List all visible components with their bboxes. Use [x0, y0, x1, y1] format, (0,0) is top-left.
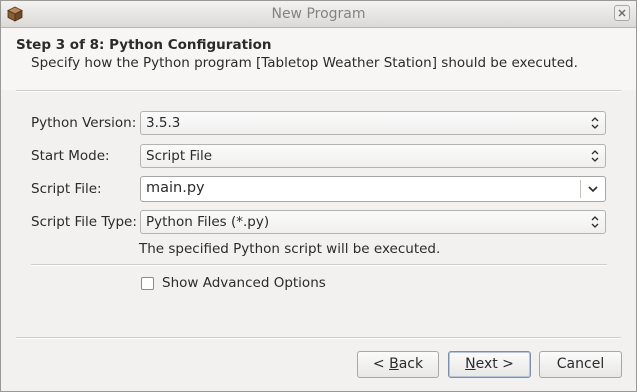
- footer-separator: [16, 337, 621, 339]
- show-advanced-label[interactable]: Show Advanced Options: [162, 275, 326, 291]
- python-version-select[interactable]: 3.5.3: [140, 111, 606, 135]
- wizard-header: Step 3 of 8: Python Configuration Specif…: [1, 28, 636, 90]
- next-button-rest: ext >: [475, 356, 514, 372]
- header-separator: [16, 90, 621, 92]
- start-mode-value: Script File: [146, 148, 213, 164]
- step-title: Step 3 of 8: Python Configuration: [16, 37, 272, 53]
- start-mode-label: Start Mode:: [31, 148, 110, 164]
- python-version-value: 3.5.3: [146, 115, 181, 131]
- back-button-rest: ack: [398, 356, 424, 372]
- python-version-label: Python Version:: [31, 115, 137, 131]
- script-file-input[interactable]: main.py: [146, 180, 205, 196]
- form-separator: [31, 264, 607, 266]
- back-button-prefix: <: [372, 356, 390, 372]
- spin-arrows-icon: [591, 150, 599, 162]
- combo-divider: [580, 180, 581, 198]
- start-mode-select[interactable]: Script File: [140, 144, 606, 168]
- back-button[interactable]: < Back: [357, 351, 439, 378]
- show-advanced-checkbox[interactable]: [141, 277, 154, 290]
- window-title: New Program: [271, 6, 366, 22]
- chevron-down-icon[interactable]: [587, 184, 599, 194]
- spin-arrows-icon: [591, 117, 599, 129]
- script-file-type-select[interactable]: Python Files (*.py): [140, 210, 606, 234]
- spin-arrows-icon: [591, 216, 599, 228]
- title-bar: New Program: [1, 1, 636, 28]
- script-file-type-label: Script File Type:: [31, 214, 137, 230]
- back-button-mnemonic: B: [389, 356, 399, 372]
- next-button-mnemonic: N: [465, 356, 476, 372]
- next-button[interactable]: Next >: [448, 351, 531, 378]
- new-program-dialog: New Program Step 3 of 8: Python Configur…: [0, 0, 637, 392]
- close-button[interactable]: [614, 5, 630, 21]
- script-file-label: Script File:: [31, 181, 102, 197]
- script-info-text: The specified Python script will be exec…: [139, 241, 441, 257]
- script-file-type-value: Python Files (*.py): [146, 214, 270, 230]
- script-file-combobox[interactable]: main.py: [140, 176, 606, 202]
- close-icon: [618, 9, 626, 17]
- step-description: Specify how the Python program [Tabletop…: [31, 55, 578, 71]
- cancel-button[interactable]: Cancel: [539, 351, 622, 378]
